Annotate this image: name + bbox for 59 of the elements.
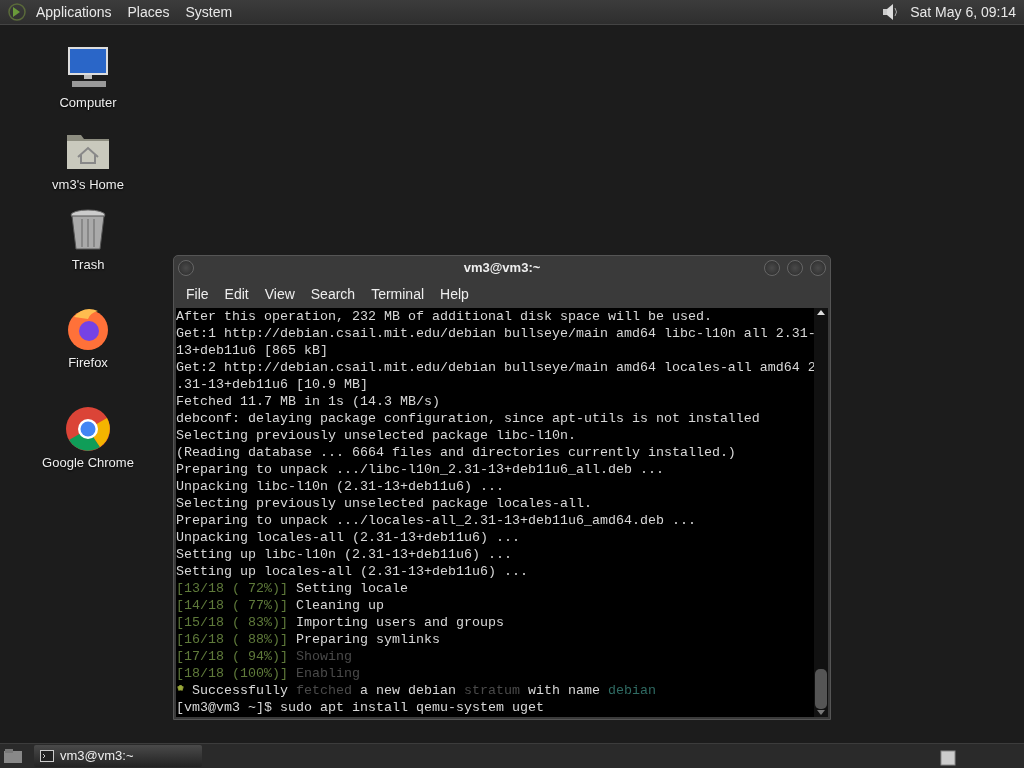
menu-item[interactable]: Edit [216,283,257,305]
terminal-text: [vm3@vm3 ~]$ sudo apt install qemu-system uget [176,700,544,715]
colored-text: [15/18 ( 83%)] [176,615,288,630]
terminal-text: (Reading database ... 6664 files and directories currently installed.) [176,445,736,460]
window-title: vm3@vm3:~ [463,259,541,278]
taskbar-button[interactable]: vm3@vm3:~ [34,745,202,767]
terminal-text: Cleaning up [294,598,384,613]
terminal-text: Preparing symlinks [294,632,440,647]
icon-label[interactable]: Firefox [68,353,108,373]
icon-label[interactable]: Google Chrome [42,453,134,473]
colored-text: Enabling [294,666,360,681]
colored-text: [16/18 ( 88%)] [176,632,288,647]
terminal-text: Successfully [191,683,289,698]
terminal-text: Importing users and groups [294,615,504,630]
terminal-text: 13+deb11u6 [865 kB] [176,343,328,358]
colored-text: stratum [463,683,520,698]
terminal-text: Setting locale [294,581,408,596]
terminal-text: Selecting previously unselected package locales-all. [176,496,592,511]
terminal-text: debconf: delaying package configuration, since apt-utils is not installed [176,411,760,426]
terminal-text: .31-13+deb11u6 [10.9 MB] [176,377,368,392]
panel-menu[interactable]: Places [119,1,178,23]
colored-text: debian [607,683,656,698]
terminal-text: with name [526,683,601,698]
terminal-text: Preparing to unpack .../libc-l10n_2.31-13+deb11u6_all.deb ... [176,462,664,477]
show-desktop-icon[interactable] [3,747,23,765]
terminal-text: Setting up libc-l10n (2.31-13+deb11u6) ... [176,547,512,562]
menu-item[interactable]: Terminal [363,283,433,305]
icon-label[interactable]: vm3's Home [52,175,124,195]
icon-label[interactable]: Computer [59,93,117,113]
terminal-text: Selecting previously unselected package libc-l10n. [176,428,576,443]
workspace-icon[interactable] [940,750,956,766]
colored-text: [18/18 (100%)] [176,666,288,681]
terminal-text: Unpacking locales-all (2.31-13+deb11u6) ... [176,530,520,545]
panel-menu[interactable]: System [177,1,241,23]
terminal-text: After this operation, 232 MB of additional disk space will be used. [176,309,712,324]
colored-text: [13/18 ( 72%)] [176,581,288,596]
terminal-text: Fetched 11.7 MB in 1s (14.3 MB/s) [176,394,440,409]
menu-item[interactable]: Help [432,283,477,305]
colored-text: fetched [296,683,352,698]
menu-logo-icon[interactable] [6,2,28,22]
clock[interactable]: Sat May 6, 09:14 [910,1,1016,23]
colored-text: [17/18 ( 94%)] [176,649,288,664]
panel-menu[interactable]: Applications [28,1,120,23]
scroll-thumb[interactable] [815,669,827,709]
terminal-text: Preparing to unpack .../locales-all_2.31-13+deb11u6_amd64.deb ... [176,513,696,528]
chrome-icon[interactable] [64,405,112,453]
colored-text: [14/18 ( 77%)] [176,598,288,613]
terminal-text: a new debian [358,683,457,698]
colored-text: Showing [294,649,352,664]
scroll-up-icon[interactable] [816,308,826,316]
menu-item[interactable]: Search [302,283,364,305]
icon-label[interactable]: Trash [71,255,105,275]
terminal-icon [40,750,54,762]
colored-text: * [176,683,184,698]
terminal-text: Unpacking libc-l10n (2.31-13+deb11u6) ... [176,479,504,494]
menu-item[interactable]: View [256,283,303,305]
menu-item[interactable]: File [178,283,217,305]
terminal-text: Setting up locales-all (2.31-13+deb11u6) ... [176,564,528,579]
terminal-text: Get:1 http://debian.csail.mit.edu/debian bullseye/main amd64 libc-l10n all 2.31- [176,326,816,341]
